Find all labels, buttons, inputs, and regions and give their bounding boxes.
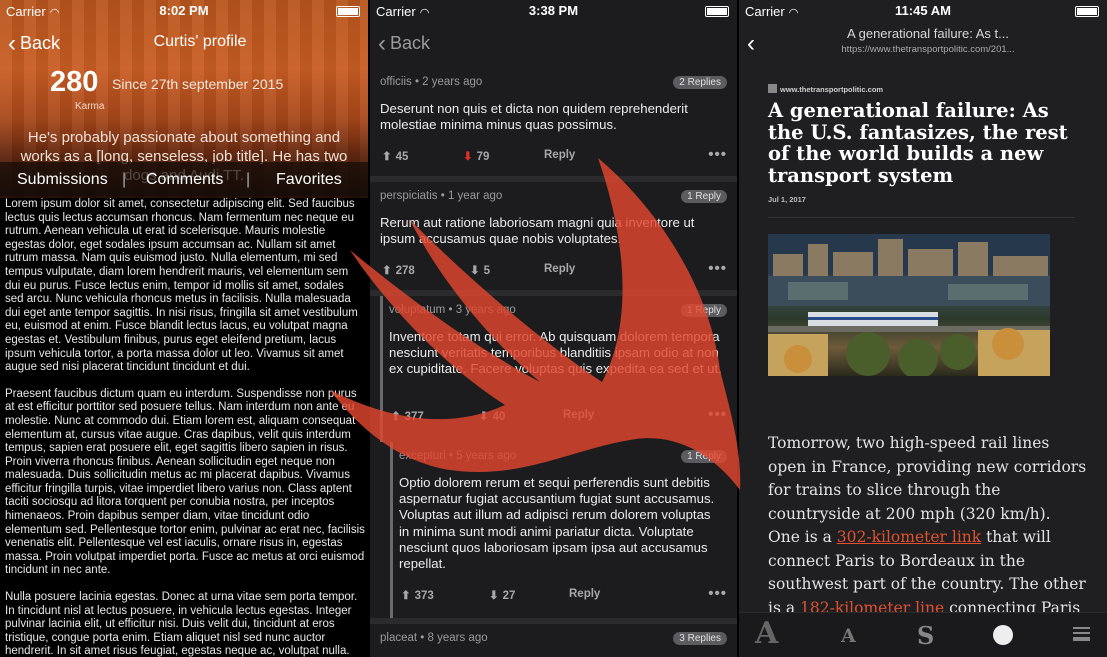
downvote-button[interactable]: 40 xyxy=(479,409,506,423)
upvote-button[interactable]: 45 xyxy=(382,149,409,163)
comment: perspiciatis • 1 year ago 1 Reply Rerum … xyxy=(370,182,737,296)
body-paragraph: Lorem ipsum dolor sit amet, consectetur … xyxy=(5,198,358,374)
back-button[interactable]: ‹ Back xyxy=(378,30,430,58)
font-increase-button[interactable]: A xyxy=(755,616,778,651)
theme-toggle-icon[interactable] xyxy=(993,625,1013,645)
comment: voluptatum • 3 years ago 1 Reply Invento… xyxy=(380,296,737,442)
back-button[interactable]: ‹ Back xyxy=(8,30,60,58)
back-label: Back xyxy=(20,33,61,53)
comment: placeat • 8 years ago 3 Replies xyxy=(370,624,737,657)
comment-text: Inventore totam qui error. Ab quisquam d… xyxy=(389,329,722,377)
clock: 8:02 PM xyxy=(159,3,209,18)
tab-separator: | xyxy=(122,171,127,188)
comment: officiis • 2 years ago 2 Replies Deserun… xyxy=(370,68,737,182)
replies-badge[interactable]: 1 Reply xyxy=(681,190,727,203)
chevron-left-icon: ‹ xyxy=(378,30,386,57)
upvote-button[interactable]: 373 xyxy=(401,588,434,602)
battery-icon xyxy=(336,6,360,17)
tab-separator: | xyxy=(246,171,251,188)
page-url: https://www.thetransportpolitic.com/201.… xyxy=(841,44,1015,55)
reply-button[interactable]: Reply xyxy=(563,409,594,421)
upvote-button[interactable]: 278 xyxy=(382,263,415,277)
reply-button[interactable]: Reply xyxy=(544,149,575,161)
article-headline: A generational failure: As the U.S. fant… xyxy=(768,99,1068,187)
battery-icon xyxy=(705,6,729,17)
comment-meta: officiis • 2 years ago xyxy=(380,76,483,88)
comment-age: 5 years ago xyxy=(456,450,517,462)
font-decrease-button[interactable]: A xyxy=(841,625,856,647)
comment-author[interactable]: officiis xyxy=(380,76,412,88)
clock: 11:45 AM xyxy=(895,3,951,18)
list-icon[interactable] xyxy=(1073,627,1090,641)
comment-age: 1 year ago xyxy=(447,190,503,202)
reply-button[interactable]: Reply xyxy=(544,263,575,275)
serif-toggle-button[interactable]: S xyxy=(917,621,934,650)
back-chevron-icon[interactable]: ‹ xyxy=(747,30,755,58)
downvote-button[interactable]: 27 xyxy=(489,588,516,602)
karma-label: Karma xyxy=(75,101,105,112)
comment-meta: excepturi • 5 years ago xyxy=(399,450,517,462)
more-icon[interactable]: ••• xyxy=(708,406,727,423)
more-icon[interactable]: ••• xyxy=(708,146,727,163)
upvote-button[interactable]: 377 xyxy=(391,409,424,423)
site-favicon-icon xyxy=(768,84,777,93)
status-bar: Carrier ◠ 8:02 PM xyxy=(0,0,368,22)
reader-toolbar: A A S xyxy=(739,612,1107,657)
comment-text: Rerum aut ratione laboriosam magni quia … xyxy=(380,215,695,247)
tab-favorites[interactable]: Favorites xyxy=(276,171,342,189)
comment-text: Deserunt non quis et dicta non quidem re… xyxy=(380,101,688,133)
body-paragraph: Nulla posuere lacinia egestas. Donec at … xyxy=(5,591,358,657)
replies-badge[interactable]: 2 Replies xyxy=(673,76,727,89)
more-icon[interactable]: ••• xyxy=(708,585,727,602)
profile-screen: ‹ Back Curtis' profile 280 Since 27th sep… xyxy=(0,0,368,657)
train-city-photo xyxy=(768,234,1050,376)
replies-badge[interactable]: 1 Reply xyxy=(681,304,727,317)
comment-meta: voluptatum • 3 years ago xyxy=(389,304,516,316)
member-since: Since 27th september 2015 xyxy=(112,76,284,92)
comment-author[interactable]: perspiciatis xyxy=(380,190,438,202)
site-name: www.thetransportpolitic.com xyxy=(768,84,883,94)
profile-tabs: Submissions | Comments | Favorites xyxy=(0,162,368,196)
comment-meta: placeat • 8 years ago xyxy=(380,632,488,644)
more-icon[interactable]: ••• xyxy=(708,260,727,277)
comment-author[interactable]: placeat xyxy=(380,632,417,644)
comments-screen: ‹ Back Carrier ◠ 3:38 PM officiis • 2 year… xyxy=(370,0,737,657)
replies-badge[interactable]: 3 Replies xyxy=(673,632,727,645)
status-bar: Carrier ◠ 11:45 AM xyxy=(739,0,1107,22)
body-paragraph: Praesent faucibus dictum quam eu interdu… xyxy=(5,387,365,577)
comment-age: 8 years ago xyxy=(427,632,488,644)
article-date: Jul 1, 2017 xyxy=(768,195,806,204)
comment-age: 3 years ago xyxy=(455,304,516,316)
divider xyxy=(768,217,1075,218)
karma-value: 280 xyxy=(50,66,99,98)
comment-text: Optio dolorem rerum et sequi perferendis… xyxy=(399,475,715,572)
comment: excepturi • 5 years ago 1 Reply Optio do… xyxy=(390,442,737,618)
page-title: A generational failure: As t... xyxy=(847,26,1009,41)
battery-icon xyxy=(1075,6,1099,17)
clock: 3:38 PM xyxy=(528,3,579,18)
replies-badge[interactable]: 1 Reply xyxy=(681,450,727,463)
comment-age: 2 years ago xyxy=(422,76,483,88)
comment-author[interactable]: excepturi xyxy=(399,450,446,462)
tab-comments[interactable]: Comments xyxy=(146,171,223,189)
back-label: Back xyxy=(390,33,431,53)
status-bar: Carrier ◠ 3:38 PM xyxy=(370,0,737,22)
comment-meta: perspiciatis • 1 year ago xyxy=(380,190,503,202)
profile-header: ‹ Back Curtis' profile 280 Since 27th sep… xyxy=(0,0,368,198)
article-link[interactable]: 302-kilometer link xyxy=(837,528,981,546)
downvote-button[interactable]: 5 xyxy=(470,263,490,277)
reply-button[interactable]: Reply xyxy=(569,588,600,600)
page-title: Curtis' profile xyxy=(153,33,247,50)
downvote-button[interactable]: 79 xyxy=(463,149,490,163)
article-image xyxy=(768,234,1050,376)
site-label: www.thetransportpolitic.com xyxy=(780,85,884,94)
tab-submissions[interactable]: Submissions xyxy=(17,171,108,189)
profile-content: Lorem ipsum dolor sit amet, consectetur … xyxy=(5,198,365,657)
chevron-left-icon: ‹ xyxy=(8,30,16,57)
comment-author[interactable]: voluptatum xyxy=(389,304,445,316)
reader-screen: ‹ A generational failure: As t... https:… xyxy=(739,0,1107,657)
